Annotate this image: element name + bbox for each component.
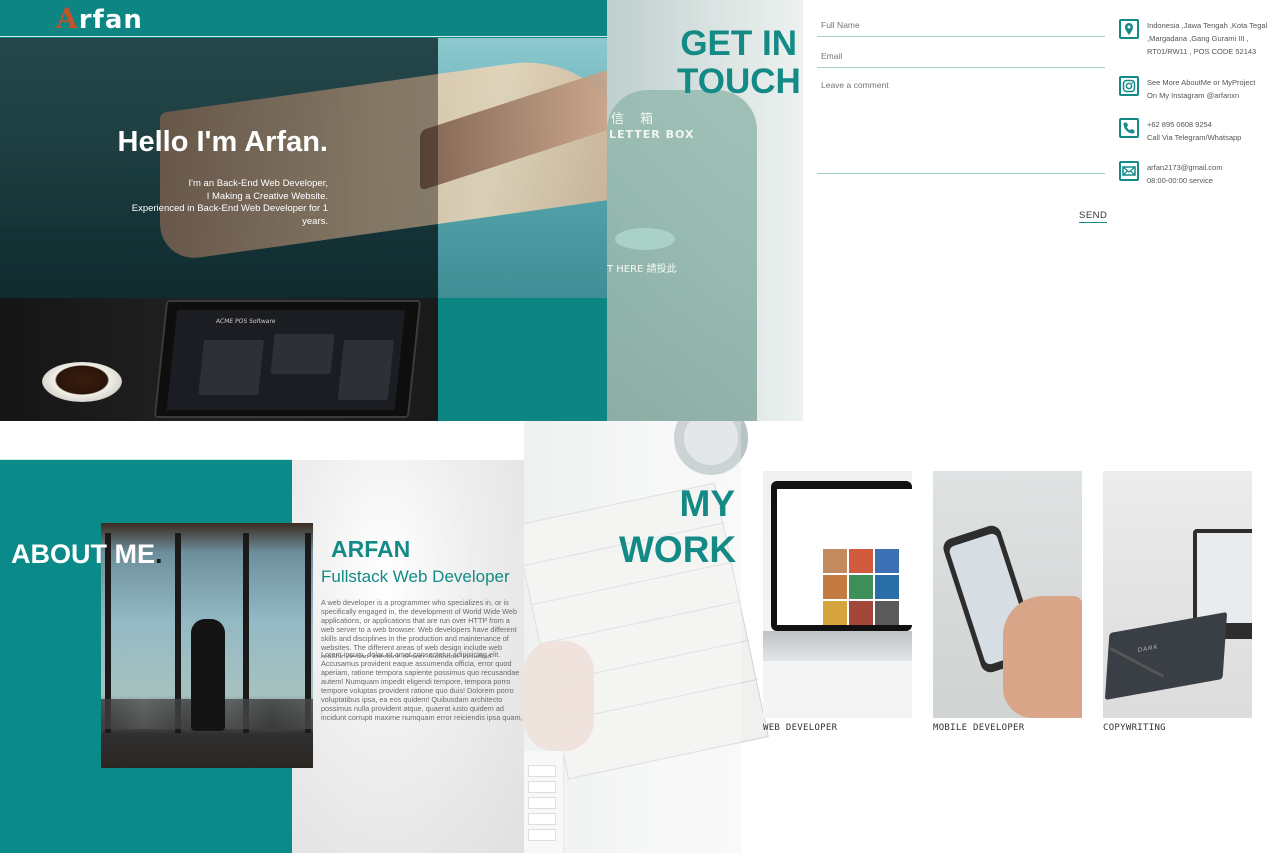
hero-section: ACME POS Software Arfan Hello I'm Arfan.… xyxy=(0,0,607,421)
intro-line: I'm an Back-End Web Developer, xyxy=(188,178,328,189)
phone-icon[interactable] xyxy=(1119,118,1139,138)
work-card-label: MOBILE DEVELOPER xyxy=(933,723,1025,733)
hero-intro: I'm an Back-End Web Developer, I Making … xyxy=(110,178,328,228)
laptop-screen: ACME POS Software xyxy=(166,310,406,410)
logo-letter: A xyxy=(56,2,79,35)
photo-tile xyxy=(823,549,847,573)
work-card-web[interactable]: WEB DEVELOPER xyxy=(763,471,912,733)
laptop-image: ACME POS Software xyxy=(153,300,422,418)
info-line: See More AboutMe or MyProject xyxy=(1147,78,1256,87)
work-heading: MY WORK xyxy=(619,481,737,573)
about-heading-dot: . xyxy=(155,539,163,569)
photo-tile xyxy=(875,549,899,573)
work-heading-line1: MY xyxy=(679,483,736,524)
photo-tile xyxy=(823,601,847,625)
full-name-input[interactable] xyxy=(817,14,1105,37)
work-heading-line2: WORK xyxy=(619,529,737,570)
intro-line: Experienced in Back-End Web Developer fo… xyxy=(131,203,328,214)
logo-text: rfan xyxy=(78,5,143,35)
info-line: RT01/RW11 , POS CODE 52143 xyxy=(1147,47,1257,56)
contact-form xyxy=(817,14,1105,174)
about-heading-text: ABOUT ME xyxy=(11,539,155,569)
photo-tile xyxy=(849,549,873,573)
mail-text: arfan2173@gmail.com 08:00-00:00 service xyxy=(1147,161,1280,187)
contact-heading-line1: GET IN xyxy=(680,24,797,63)
info-line: Indonesia ,Jawa Tengah ,Kota Tegal xyxy=(1147,21,1268,30)
divider xyxy=(0,459,292,460)
laptop-keyboard xyxy=(763,631,912,661)
intro-line: I Making a Creative Website. xyxy=(206,190,328,202)
navbar: Arfan xyxy=(0,0,607,37)
info-line: arfan2173@gmail.com xyxy=(1147,163,1223,172)
hand-shape xyxy=(1003,596,1082,718)
photo-tile xyxy=(875,601,899,625)
hero-heading: Hello I'm Arfan. xyxy=(117,126,328,158)
photo-tile xyxy=(849,601,873,625)
about-heading: ABOUT ME. xyxy=(11,539,163,570)
mobile-developer-image xyxy=(933,471,1082,718)
notebook-text: DARK xyxy=(1137,644,1159,655)
work-card-label: COPYWRITING xyxy=(1103,723,1166,733)
info-line: 08:00-00:00 service xyxy=(1147,176,1213,185)
send-button[interactable]: SEND xyxy=(1079,210,1108,223)
info-line: ,Margadana ,Gang Gurami III , xyxy=(1147,34,1249,43)
laptop-window-title: ACME POS Software xyxy=(215,318,276,325)
about-section: ABOUT ME. ARFAN Fullstack Web Developer … xyxy=(0,421,524,853)
coffee-cup-image xyxy=(42,362,122,402)
mail-icon[interactable] xyxy=(1119,161,1139,181)
screen-card xyxy=(198,340,264,395)
address-text: Indonesia ,Jawa Tengah ,Kota Tegal ,Marg… xyxy=(1147,19,1280,58)
instagram-icon[interactable] xyxy=(1119,76,1139,96)
location-icon[interactable] xyxy=(1119,19,1139,39)
intro-line: years. xyxy=(302,215,328,227)
laptop-screen xyxy=(1197,533,1252,623)
work-card-mobile[interactable]: MOBILE DEVELOPER xyxy=(933,471,1082,733)
email-input[interactable] xyxy=(817,45,1105,68)
about-paragraph: A web developer is a programmer who spec… xyxy=(321,598,518,658)
about-paragraph: Lorem ipsum, dolor sit amet consectetur … xyxy=(321,650,523,722)
phone-text: +62 895 0608 9254 Call Via Telegram/What… xyxy=(1147,118,1280,144)
contact-heading: GET IN TOUCH xyxy=(677,24,801,101)
about-name: ARFAN xyxy=(331,536,411,562)
info-line: +62 895 0608 9254 xyxy=(1147,120,1212,129)
photo-tile xyxy=(823,575,847,599)
info-line: On My Instagram @arfanxn xyxy=(1147,91,1240,100)
table-surface xyxy=(763,661,912,718)
comment-textarea[interactable] xyxy=(817,76,1105,174)
webpage-preview xyxy=(777,489,912,625)
person-silhouette xyxy=(191,619,225,731)
site-logo[interactable]: Arfan xyxy=(56,2,143,35)
contact-section: 信 箱 LETTER BOX T HERE 請投此 GET IN TOUCH S… xyxy=(607,0,1280,421)
hero-dark-overlay xyxy=(0,38,438,298)
photo-tile xyxy=(875,575,899,599)
teal-strip xyxy=(438,298,607,421)
screen-card xyxy=(270,334,335,374)
web-developer-image xyxy=(763,471,912,718)
screen-card xyxy=(337,340,394,400)
work-card-copywriting[interactable]: DARK COPYWRITING xyxy=(1103,471,1252,733)
instagram-text: See More AboutMe or MyProject On My Inst… xyxy=(1147,76,1280,102)
about-role: Fullstack Web Developer xyxy=(321,567,510,586)
info-line: Call Via Telegram/Whatsapp xyxy=(1147,133,1242,142)
work-card-label: WEB DEVELOPER xyxy=(763,723,838,733)
work-section: MY WORK WEB DEVELOPER MOBILE DEVELOPER D… xyxy=(524,421,1280,853)
copywriting-image: DARK xyxy=(1103,471,1252,718)
contact-heading-line2: TOUCH xyxy=(677,62,801,101)
photo-tile xyxy=(849,575,873,599)
